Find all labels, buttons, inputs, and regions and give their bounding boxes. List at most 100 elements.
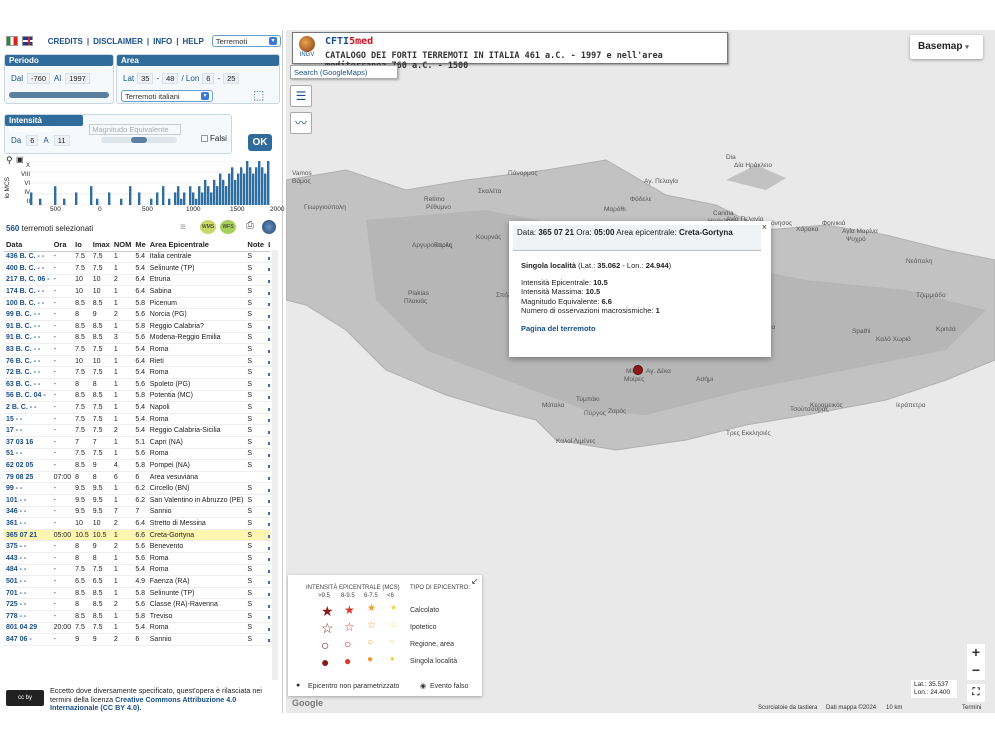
zoom-in-button[interactable]: +: [967, 644, 985, 662]
column-header[interactable]: Data: [4, 239, 52, 252]
cell-data[interactable]: 15 - -: [4, 413, 52, 426]
table-row[interactable]: 443 - - -8 8 1 5.6 Roma S: [4, 552, 270, 565]
cell-data[interactable]: 72 B. C. - -: [4, 366, 52, 380]
table-row[interactable]: 400 B. C. - - -7.5 7.5 1 5.4 Selinunte (TP) S: [4, 262, 270, 275]
epicenter-marker[interactable]: [633, 365, 643, 375]
table-row[interactable]: 51 - - -7.5 7.5 1 5.6 Roma S: [4, 448, 270, 461]
table-row[interactable]: 83 B. C. - - -7.5 7.5 1 5.4 Roma S: [4, 343, 270, 356]
cell-data[interactable]: 501 - -: [4, 575, 52, 588]
al-input[interactable]: 1997: [65, 73, 90, 84]
disclaimer-link[interactable]: DISCLAIMER: [93, 37, 143, 46]
table-row[interactable]: 99 B. C. - - -8 9 2 5.6 Norcia (PG) S: [4, 308, 270, 322]
cell-data[interactable]: 56 B. C. 04 -: [4, 390, 52, 403]
cell-data[interactable]: 375 - -: [4, 540, 52, 553]
cell-data[interactable]: 484 - -: [4, 564, 52, 577]
cell-data[interactable]: 436 B. C. - -: [4, 251, 52, 264]
earthquake-page-link[interactable]: Pagina del terremoto: [521, 324, 596, 333]
catalog-select[interactable]: Terremoti ▾: [211, 35, 281, 47]
a-input[interactable]: 11: [53, 135, 70, 146]
column-header[interactable]: Ora: [51, 239, 74, 252]
cell-data[interactable]: 701 - -: [4, 587, 52, 600]
table-row[interactable]: 778 - - -8.5 8.5 1 5.8 Treviso S: [4, 610, 270, 623]
table-row[interactable]: 361 - - -10 10 2 6.4 Stretto di Messina S: [4, 517, 270, 530]
seismogram-icon[interactable]: 〰: [290, 112, 312, 134]
dal-input[interactable]: -760: [27, 73, 51, 84]
periodo-slider[interactable]: [9, 92, 109, 98]
table-row[interactable]: 76 B. C. - - -10 10 1 6.4 Rieti S: [4, 355, 270, 368]
ok-button[interactable]: OK: [248, 134, 272, 151]
lat-deg-input[interactable]: 35: [137, 73, 154, 84]
zoom-icon[interactable]: ⚲: [6, 155, 13, 166]
info-link[interactable]: INFO: [153, 37, 172, 46]
table-row[interactable]: 501 - - -6.5 6.5 1 4.9 Faenza (RA) S: [4, 575, 270, 588]
collapse-arrow-icon[interactable]: ↙: [471, 576, 479, 587]
table-row[interactable]: 37 03 16-7 7 1 5.1 Capri (NA) S: [4, 436, 270, 449]
table-row[interactable]: 801 04 29 20:00 7.5 7.5 1 5.4 Roma S: [4, 622, 270, 635]
table-row[interactable]: 484 - - -7.5 7.5 1 5.4 Roma S: [4, 564, 270, 577]
area-select-tool-icon[interactable]: ⬚: [253, 88, 264, 102]
table-row[interactable]: 63 B. C. - - -8 8 1 5.6 Spoleto (PG) S: [4, 378, 270, 391]
cell-data[interactable]: 174 B. C. - -: [4, 285, 52, 298]
lon-deg-input[interactable]: 6: [202, 73, 215, 84]
table-row[interactable]: 17 - - -7.5 7.5 2 5.4 Reggio Calabria-Sicilia…: [4, 424, 270, 437]
table-row[interactable]: 2 B. C. - - -7.5 7.5 1 5.4 Napoli S: [4, 401, 270, 414]
terms-link[interactable]: Termini: [962, 705, 981, 711]
cell-data[interactable]: 91 B. C. - -: [4, 320, 52, 333]
cell-data[interactable]: 778 - -: [4, 610, 52, 623]
table-row[interactable]: 91 B. C. - - -8.5 8.5 3 5.6 Modena-Reggio Emi…: [4, 332, 270, 345]
wms-icon[interactable]: WMS: [200, 220, 216, 234]
column-header[interactable]: NOM: [111, 239, 134, 252]
italian-flag-icon[interactable]: [6, 36, 18, 46]
table-row[interactable]: 91 B. C. - - -8.5 8.5 1 5.8 Reggio Calabria? S: [4, 320, 270, 333]
table-row[interactable]: 847 06 - -9 9 2 6 Sannio S: [4, 633, 270, 646]
column-header[interactable]: Imax: [90, 239, 112, 252]
table-row[interactable]: 62 02 05-8.5 9 4 5.8 Pompei (NA) S: [4, 459, 270, 472]
cell-data[interactable]: 217 B. C. 06 -: [4, 274, 52, 287]
table-row[interactable]: 375 - - -8 9 2 5.6 Benevento S: [4, 540, 270, 553]
table-row[interactable]: 701 - - -8.5 8.5 1 5.8 Selinunte (TP) S: [4, 587, 270, 600]
cell-data[interactable]: 400 B. C. - -: [4, 262, 52, 275]
falsi-checkbox[interactable]: [201, 135, 208, 142]
cell-data[interactable]: 443 - -: [4, 552, 52, 565]
zoom-out-button[interactable]: −: [967, 662, 985, 680]
table-row[interactable]: 101 - - -9.5 9.5 1 6.2 San Valentino in Abruz…: [4, 494, 270, 507]
table-row[interactable]: 15 - - -7.5 7.5 1 5.4 Roma S: [4, 413, 270, 426]
magnitudo-input[interactable]: Magnitudo Equivalente: [89, 124, 182, 135]
keyboard-shortcuts-link[interactable]: Scorciatoie da tastiera: [758, 705, 817, 711]
lon-min-input[interactable]: 25: [223, 73, 240, 84]
cell-data[interactable]: 79 08 25: [4, 471, 52, 484]
cell-data[interactable]: 346 - -: [4, 506, 52, 519]
close-icon[interactable]: ×: [762, 222, 767, 232]
column-header[interactable]: Area Epicentrale: [147, 239, 246, 252]
fullscreen-icon[interactable]: ⛶: [967, 684, 985, 702]
basemap-dropdown[interactable]: Basemap ▾: [910, 35, 983, 59]
table-row[interactable]: 100 B. C. - - -8.5 8.5 1 5.8 Picenum S: [4, 297, 270, 310]
cell-data[interactable]: 847 06 -: [4, 633, 52, 646]
google-search-input[interactable]: Search (GoogleMaps): [290, 65, 398, 79]
column-header[interactable]: Me: [133, 239, 148, 252]
area-select[interactable]: Terremoti italiani ▾: [121, 90, 213, 102]
table-row[interactable]: 72 B. C. - - -7.5 7.5 1 5.4 Roma S: [4, 366, 270, 380]
cell-data[interactable]: 63 B. C. - -: [4, 378, 52, 391]
intensita-slider[interactable]: [101, 137, 177, 143]
table-row[interactable]: 79 08 25 07:00 8 8 6 6 Area vesuviana: [4, 471, 270, 484]
help-link[interactable]: HELP: [183, 37, 204, 46]
da-input[interactable]: 6: [26, 135, 39, 146]
credits-link[interactable]: CREDITS: [48, 37, 83, 46]
cell-data[interactable]: 725 - -: [4, 598, 52, 611]
cell-data[interactable]: 17 - -: [4, 424, 52, 437]
column-header[interactable]: Io: [73, 239, 91, 252]
wfs-icon[interactable]: WFS: [220, 220, 236, 234]
layers-icon[interactable]: ☰: [290, 85, 312, 107]
cell-data[interactable]: 37 03 16: [4, 436, 52, 449]
column-header[interactable]: Note: [245, 239, 267, 252]
print-icon[interactable]: ⎙: [246, 220, 254, 231]
map-view[interactable]: Vamos Βάμος Γεωργιούπολη Retimo Ρέθυμνο Σκαλέ…: [286, 30, 995, 713]
cell-data[interactable]: 76 B. C. - -: [4, 355, 52, 368]
database-icon[interactable]: ≡: [180, 222, 186, 233]
cell-data[interactable]: 2 B. C. - -: [4, 401, 52, 414]
cell-data[interactable]: 801 04 29: [4, 622, 52, 635]
cell-data[interactable]: 99 - -: [4, 482, 52, 495]
cell-data[interactable]: 91 B. C. - -: [4, 332, 52, 345]
cell-data[interactable]: 361 - -: [4, 517, 52, 530]
